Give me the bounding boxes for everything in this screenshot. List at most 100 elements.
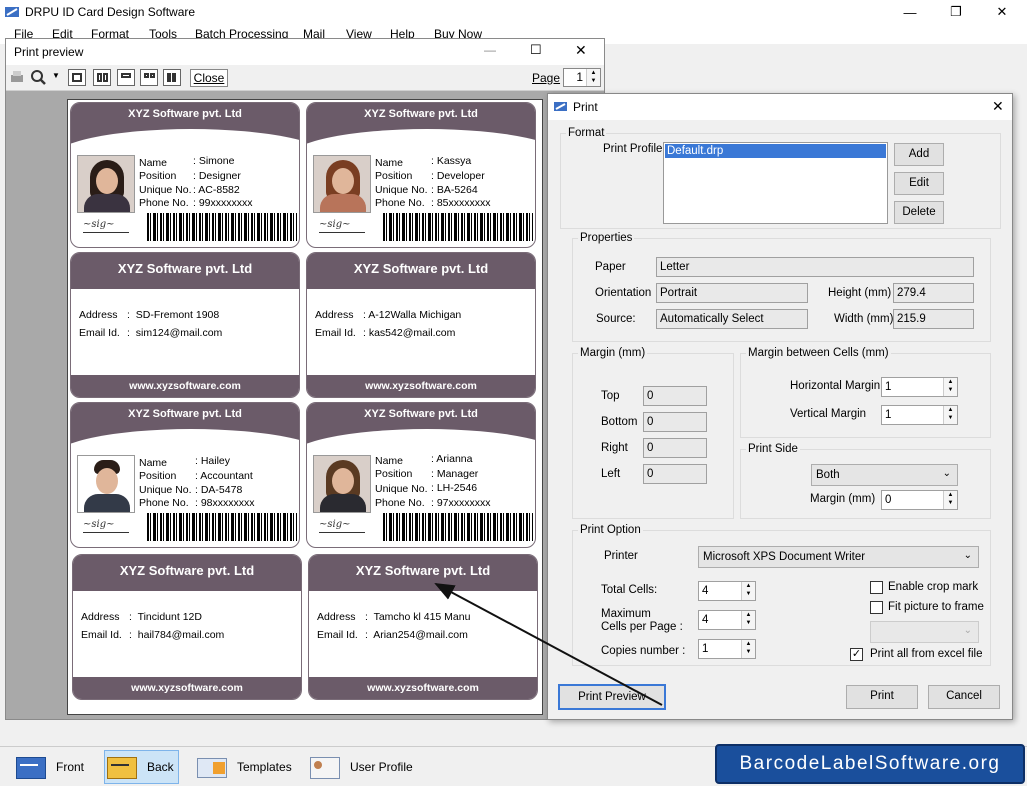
spinner-icon[interactable]: ▲ ▼ xyxy=(741,582,755,600)
front-tab[interactable]: Front xyxy=(14,750,84,784)
vertical-margin-input[interactable]: 1 ▲ ▼ xyxy=(881,405,958,425)
templates-tab[interactable]: Templates xyxy=(195,750,292,784)
spinner-icon[interactable]: ▲ ▼ xyxy=(741,640,755,658)
back-label: Back xyxy=(147,760,174,774)
close-button[interactable]: Close xyxy=(190,69,228,87)
spinner-icon[interactable]: ▲ ▼ xyxy=(943,378,957,396)
name-label: Name xyxy=(139,157,168,169)
id-card-back: XYZ Software pvt. Ltd Address Email Id. … xyxy=(308,554,538,700)
back-tab[interactable]: Back xyxy=(104,750,179,784)
card-website: www.xyzsoftware.com xyxy=(309,677,537,699)
card-email: kas542@mail.com xyxy=(368,327,456,339)
card-unique: DA-5478 xyxy=(200,484,243,496)
cancel-button[interactable]: Cancel xyxy=(928,685,1000,709)
card-email: hail784@mail.com xyxy=(137,629,225,641)
close-icon[interactable]: ✕ xyxy=(979,0,1025,24)
unique-label: Unique No. xyxy=(375,184,428,196)
close-icon[interactable]: ✕ xyxy=(992,98,1004,115)
zoom-dropdown-icon[interactable]: ▼ xyxy=(52,71,60,80)
maximize-icon[interactable]: ☐ xyxy=(530,42,542,58)
print-preview-title-bar: Print preview — ☐ ✕ xyxy=(6,39,604,65)
minimize-icon[interactable]: — xyxy=(484,43,496,57)
id-card-front: XYZ Software pvt. Ltd Name Position Uniq… xyxy=(306,402,536,548)
two-pages-icon[interactable] xyxy=(93,69,111,86)
copies-value: 1 xyxy=(702,643,709,655)
margin-left-field[interactable]: 0 xyxy=(643,464,707,484)
spinner-icon[interactable]: ▲ ▼ xyxy=(943,406,957,424)
horizontal-margin-input[interactable]: 1 ▲ ▼ xyxy=(881,377,958,397)
max-cells-label-2: Cells per Page : xyxy=(601,621,683,633)
four-pages-icon[interactable] xyxy=(140,69,158,86)
print-excel-checkbox[interactable]: ✓ xyxy=(850,648,863,661)
printer-icon[interactable] xyxy=(9,70,25,84)
printer-label: Printer xyxy=(604,550,638,562)
position-label: Position xyxy=(375,468,413,480)
margin-bottom-field[interactable]: 0 xyxy=(643,412,707,432)
id-card-front: XYZ Software pvt. Ltd Name Position Uniq… xyxy=(70,102,300,248)
app-icon xyxy=(5,7,19,17)
id-card-front: XYZ Software pvt. Ltd Name Position Uniq… xyxy=(70,402,300,548)
position-label: Position xyxy=(139,470,177,482)
crop-mark-checkbox[interactable] xyxy=(870,581,883,594)
print-side-select[interactable]: Both ⌄ xyxy=(811,464,958,486)
margin-right-field[interactable]: 0 xyxy=(643,438,707,458)
barcode xyxy=(147,513,297,541)
page-spinner-icon[interactable]: ▲ ▼ xyxy=(586,69,600,86)
copies-input[interactable]: 1 ▲ ▼ xyxy=(698,639,756,659)
name-label: Name xyxy=(375,157,404,169)
unique-label: Unique No. xyxy=(375,483,428,495)
templates-label: Templates xyxy=(237,760,292,774)
edit-button[interactable]: Edit xyxy=(894,172,944,195)
user-profile-label: User Profile xyxy=(350,760,413,774)
six-pages-icon[interactable] xyxy=(163,69,181,86)
fit-picture-checkbox[interactable] xyxy=(870,601,883,614)
barcode xyxy=(383,513,533,541)
main-title-bar: DRPU ID Card Design Software — ❐ ✕ xyxy=(0,0,1027,24)
margin-top-field[interactable]: 0 xyxy=(643,386,707,406)
print-profile-item[interactable]: Default.drp xyxy=(665,144,886,158)
delete-button[interactable]: Delete xyxy=(894,201,944,224)
printer-select[interactable]: Microsoft XPS Document Writer ⌄ xyxy=(698,546,979,568)
print-dialog-title-bar: Print ✕ xyxy=(548,94,1012,120)
source-label: Source: xyxy=(596,313,636,325)
employee-photo xyxy=(77,455,135,513)
print-dialog: Print ✕ Format Print Profile Default.drp… xyxy=(547,93,1013,720)
max-cells-input[interactable]: 4 ▲ ▼ xyxy=(698,610,756,630)
spinner-icon[interactable]: ▲ ▼ xyxy=(943,491,957,509)
page-label: Page xyxy=(532,71,561,85)
name-label: Name xyxy=(139,457,168,469)
spinner-icon[interactable]: ▲ ▼ xyxy=(741,611,755,629)
card-unique: AC-8582 xyxy=(198,184,240,196)
card-company: XYZ Software pvt. Ltd xyxy=(119,563,255,578)
printer-value: Microsoft XPS Document Writer xyxy=(703,551,866,563)
phone-label: Phone No. xyxy=(139,197,189,209)
id-card-back: XYZ Software pvt. Ltd Address Email Id. … xyxy=(306,252,536,398)
print-button[interactable]: Print xyxy=(846,685,918,709)
three-pages-icon[interactable] xyxy=(117,69,135,86)
minimize-icon[interactable]: — xyxy=(887,0,933,24)
page-number-input[interactable]: 1 ▲ ▼ xyxy=(563,68,601,87)
max-cells-value: 4 xyxy=(702,614,709,626)
brand-banner: BarcodeLabelSoftware.org xyxy=(715,744,1025,784)
paper-field: Letter xyxy=(656,257,974,277)
close-icon[interactable]: ✕ xyxy=(575,42,587,59)
add-button[interactable]: Add xyxy=(894,143,944,166)
zoom-icon[interactable] xyxy=(30,69,48,85)
total-cells-input[interactable]: 4 ▲ ▼ xyxy=(698,581,756,601)
properties-group-label: Properties xyxy=(578,232,635,244)
vertical-margin-value: 1 xyxy=(885,409,892,421)
card-company: XYZ Software pvt. Ltd xyxy=(364,408,478,420)
position-label: Position xyxy=(139,170,177,182)
print-preview-button[interactable]: Print Preview xyxy=(558,684,666,710)
card-unique: BA-5264 xyxy=(436,184,478,196)
print-dialog-title: Print xyxy=(573,100,598,114)
horizontal-margin-label: Horizontal Margin xyxy=(790,380,881,392)
one-page-icon[interactable] xyxy=(68,69,86,86)
address-label: Address xyxy=(81,611,120,623)
user-profile-icon xyxy=(308,754,342,780)
maximize-icon[interactable]: ❐ xyxy=(933,0,979,24)
print-side-margin-input[interactable]: 0 ▲ ▼ xyxy=(881,490,958,510)
user-profile-tab[interactable]: User Profile xyxy=(308,750,413,784)
card-website: www.xyzsoftware.com xyxy=(71,375,299,397)
print-profile-list[interactable]: Default.drp xyxy=(663,142,888,224)
